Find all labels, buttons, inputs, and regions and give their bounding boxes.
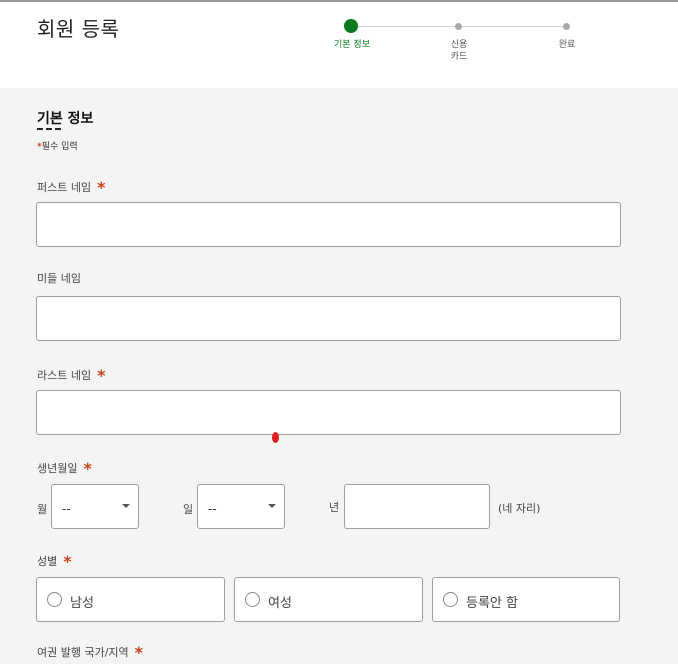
step-1-label: 기본 정보 [334, 40, 370, 50]
required-note: *필수 입력 [37, 139, 78, 152]
progress-stepper: 기본 정보 신용 카드 완료 [0, 2, 678, 88]
year-input[interactable] [344, 484, 490, 529]
day-prefix-label: 일 [183, 503, 194, 516]
radio-icon[interactable] [245, 592, 260, 607]
gender-option-female[interactable]: 여성 [234, 577, 423, 622]
last-name-input[interactable] [36, 390, 621, 435]
first-name-label: 퍼스트 네임 * [37, 176, 106, 197]
gender-option-label: 남성 [70, 596, 94, 611]
chevron-down-icon [122, 504, 130, 508]
required-star-icon: * [134, 643, 144, 662]
step-3-label: 완료 [558, 40, 576, 50]
middle-name-label-text: 미들 네임 [37, 272, 81, 285]
stepper-connector [459, 26, 567, 27]
gender-label-text: 성별 [37, 555, 58, 568]
year-hint: (네 자리) [498, 502, 541, 515]
last-name-label: 라스트 네임 * [37, 364, 106, 385]
cursor-marker [272, 432, 279, 443]
dob-label: 생년월일 * [37, 457, 92, 478]
gender-option-label: 등록안 함 [466, 596, 518, 611]
required-star-icon: * [97, 178, 106, 197]
gender-option-male[interactable]: 남성 [36, 577, 225, 622]
month-select[interactable]: -- [51, 484, 139, 529]
first-name-input[interactable] [36, 202, 621, 247]
radio-icon[interactable] [443, 592, 458, 607]
radio-icon[interactable] [47, 592, 62, 607]
required-star-icon: * [63, 552, 72, 571]
last-name-label-text: 라스트 네임 [37, 369, 92, 382]
middle-name-label: 미들 네임 [37, 270, 81, 286]
gender-option-none[interactable]: 등록안 함 [432, 577, 620, 622]
month-prefix-label: 월 [37, 503, 48, 516]
section-title: 기본 정보 [37, 111, 94, 127]
chevron-down-icon [268, 504, 276, 508]
passport-country-label: 여권 발행 국가/지역 * [37, 641, 144, 662]
page-header: 회원 등록 기본 정보 신용 카드 완료 [0, 2, 678, 88]
required-star-icon: * [97, 366, 106, 385]
section-underline [37, 128, 61, 130]
passport-country-label-text: 여권 발행 국가/지역 [37, 646, 129, 659]
middle-name-input[interactable] [36, 296, 621, 341]
step-1-dot [344, 19, 358, 33]
step-2-dot [455, 23, 462, 30]
step-2-label: 신용 카드 [450, 40, 468, 62]
registration-form: 기본 정보 *필수 입력 퍼스트 네임 * 미들 네임 라스트 네임 * 생년월일 *… [0, 88, 678, 664]
day-select[interactable]: -- [197, 484, 285, 529]
first-name-label-text: 퍼스트 네임 [37, 181, 92, 194]
month-select-value: -- [62, 502, 71, 516]
stepper-connector [352, 26, 459, 27]
dob-label-text: 생년월일 [37, 462, 78, 475]
step-3-dot [563, 23, 570, 30]
required-star-icon: * [83, 459, 92, 478]
required-note-text: 필수 입력 [41, 142, 78, 152]
day-select-value: -- [208, 502, 217, 516]
year-prefix-label: 년 [329, 501, 340, 514]
gender-option-label: 여성 [268, 596, 292, 611]
gender-label: 성별 * [37, 550, 72, 571]
